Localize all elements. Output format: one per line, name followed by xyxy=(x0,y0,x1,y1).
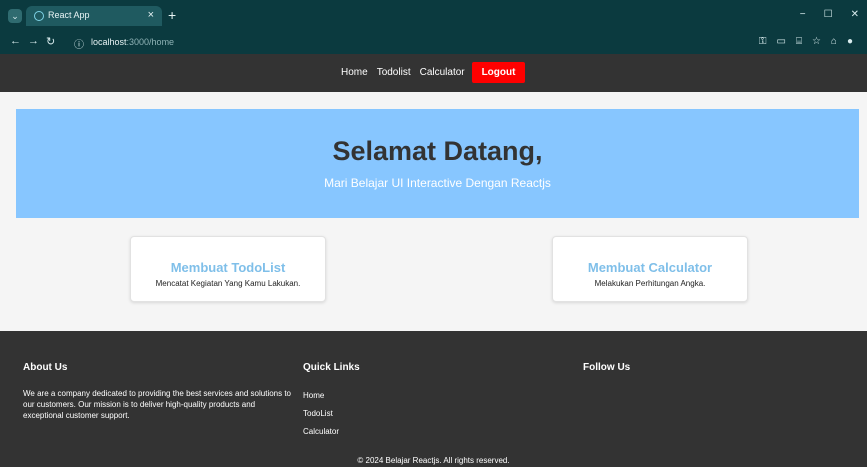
footer-quick-links: Quick Links Home TodoList Calculator xyxy=(303,362,360,441)
footer-link-todolist[interactable]: TodoList xyxy=(303,405,360,423)
footer-links-list: Home TodoList Calculator xyxy=(303,387,360,441)
footer-copyright: © 2024 Belajar Reactjs. All rights reser… xyxy=(357,456,510,465)
translate-icon[interactable]: ⌸ xyxy=(796,36,802,47)
profile-icon[interactable]: ● xyxy=(847,36,853,47)
nav-link-todolist[interactable]: Todolist xyxy=(377,67,411,78)
footer-about-heading: About Us xyxy=(23,362,68,373)
card-calculator[interactable]: Membuat Calculator Melakukan Perhitungan… xyxy=(552,236,748,302)
footer: About Us We are a company dedicated to p… xyxy=(0,331,867,467)
footer-about: About Us We are a company dedicated to p… xyxy=(23,362,293,421)
nav-link-home[interactable]: Home xyxy=(341,67,368,78)
minimize-icon[interactable]: − xyxy=(800,9,806,20)
card-description: Mencatat Kegiatan Yang Kamu Lakukan. xyxy=(155,279,301,288)
footer-follow: Follow Us xyxy=(583,362,630,373)
card-title: Membuat Calculator xyxy=(587,260,713,275)
react-favicon-icon xyxy=(34,11,44,21)
nav-link-calculator[interactable]: Calculator xyxy=(420,67,465,78)
maximize-icon[interactable]: ☐ xyxy=(824,9,833,20)
url-bar[interactable]: ⓘ localhost:3000/home xyxy=(66,35,716,51)
footer-link-home[interactable]: Home xyxy=(303,387,360,405)
hero-title: Selamat Datang, xyxy=(332,136,543,166)
cast-icon[interactable]: ▭ xyxy=(776,36,785,47)
footer-about-text: We are a company dedicated to providing … xyxy=(23,389,292,420)
password-key-icon[interactable]: ⚿ xyxy=(759,36,767,47)
url-path: :3000/home xyxy=(126,37,175,47)
hero-subtitle: Mari Belajar UI Interactive Dengan React… xyxy=(324,176,551,190)
close-window-icon[interactable]: ✕ xyxy=(851,9,859,20)
card-description: Melakukan Perhitungan Angka. xyxy=(594,279,706,288)
footer-link-calculator[interactable]: Calculator xyxy=(303,423,360,441)
footer-follow-heading: Follow Us xyxy=(583,362,631,373)
tab-title: React App xyxy=(48,10,90,20)
card-title: Membuat TodoList xyxy=(170,260,286,275)
new-tab-icon[interactable]: + xyxy=(168,7,176,23)
tab-search-icon[interactable]: ⌄ xyxy=(8,9,22,23)
forward-icon[interactable]: → xyxy=(28,35,39,47)
nav-links: Home Todolist Calculator xyxy=(341,67,465,78)
logout-button[interactable]: Logout xyxy=(472,62,525,83)
browser-toolbar-icons: ⚿ ▭ ⌸ ☆ ⌂ ● xyxy=(759,36,853,47)
url-host: localhost xyxy=(91,37,127,47)
extensions-icon[interactable]: ⌂ xyxy=(831,36,837,47)
card-todolist[interactable]: Membuat TodoList Mencatat Kegiatan Yang … xyxy=(130,236,326,302)
window-controls: − ☐ ✕ xyxy=(800,9,859,20)
hero-banner: Selamat Datang, Mari Belajar UI Interact… xyxy=(16,109,859,218)
url-text: localhost:3000/home xyxy=(91,37,174,47)
browser-tab-bar: ⌄ React App × + − ☐ ✕ xyxy=(0,0,867,32)
bookmark-star-icon[interactable]: ☆ xyxy=(812,36,821,47)
browser-address-bar: ← → ↻ ⓘ localhost:3000/home ⚿ ▭ ⌸ ☆ ⌂ ● xyxy=(0,32,867,54)
site-info-icon[interactable]: ⓘ xyxy=(74,36,84,51)
back-icon[interactable]: ← xyxy=(10,35,21,47)
tab-close-icon[interactable]: × xyxy=(148,9,154,21)
app-navbar: Home Todolist Calculator Logout xyxy=(0,54,867,92)
browser-tab[interactable]: React App × xyxy=(26,6,162,26)
footer-quick-links-heading: Quick Links xyxy=(303,362,360,373)
reload-icon[interactable]: ↻ xyxy=(46,35,55,48)
